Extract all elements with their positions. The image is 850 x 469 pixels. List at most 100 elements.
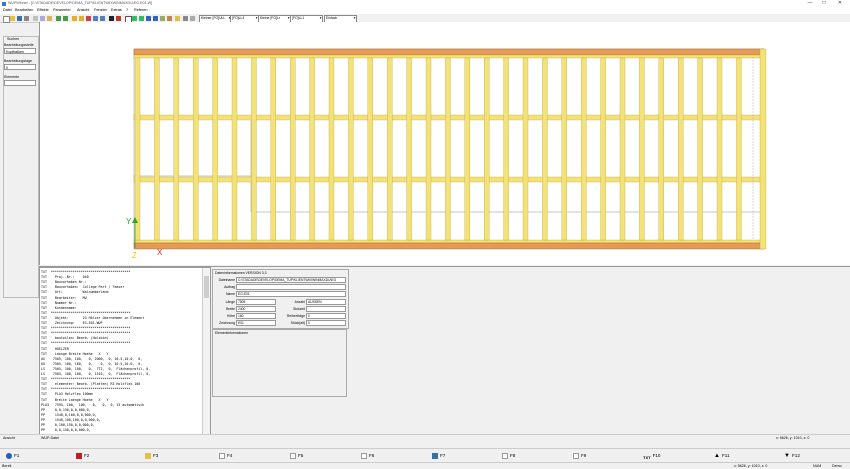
wup-listing[interactable]: TXT ************************************… xyxy=(39,267,211,435)
edit-icon[interactable] xyxy=(72,16,77,21)
fkey-f8[interactable]: F8 xyxy=(502,451,515,461)
stud[interactable] xyxy=(484,57,490,241)
layer-field[interactable]: 0 xyxy=(4,64,36,70)
field-zeichnung[interactable]: E01 xyxy=(236,320,276,326)
zoom-out-icon[interactable] xyxy=(139,16,144,21)
top-plate-inner[interactable] xyxy=(133,54,765,59)
stud[interactable] xyxy=(154,57,160,241)
undo-icon[interactable] xyxy=(56,16,61,21)
field-name[interactable]: EG-E01 xyxy=(236,291,346,297)
stud[interactable] xyxy=(134,57,141,241)
stud[interactable] xyxy=(270,57,276,241)
move-icon[interactable] xyxy=(79,16,84,21)
mark-icon[interactable] xyxy=(116,16,121,21)
layer-icon[interactable] xyxy=(190,16,195,21)
open-icon[interactable] xyxy=(10,16,15,21)
menu-help[interactable]: ? xyxy=(126,8,128,12)
paste-icon[interactable] xyxy=(47,16,52,21)
pan-icon[interactable] xyxy=(160,16,165,21)
menu-bearbeiten[interactable]: Bearbeiten xyxy=(15,8,33,12)
wall-icon[interactable] xyxy=(183,16,188,21)
stud[interactable] xyxy=(561,57,567,241)
stud[interactable] xyxy=(600,57,606,241)
copy-icon[interactable] xyxy=(40,16,45,21)
stud[interactable] xyxy=(678,57,684,241)
stud[interactable] xyxy=(348,57,354,241)
maximize-button[interactable]: □ xyxy=(818,0,830,7)
end-stud[interactable] xyxy=(759,48,767,250)
stud[interactable] xyxy=(658,57,664,241)
wall-drawing[interactable]: Y X Z xyxy=(40,22,850,265)
fkey-f4[interactable]: F4 xyxy=(219,451,232,461)
arrow2-icon[interactable] xyxy=(100,16,105,21)
stud[interactable] xyxy=(503,57,509,241)
menu-referen[interactable]: Referen xyxy=(134,8,148,12)
stud[interactable] xyxy=(445,57,451,241)
cut-icon[interactable] xyxy=(33,16,38,21)
menu-ansicht[interactable]: Ansicht xyxy=(77,8,89,12)
grid-icon[interactable] xyxy=(109,16,114,21)
scroll-thumb[interactable] xyxy=(204,276,209,298)
bottom-plate-inner[interactable] xyxy=(133,239,765,244)
fkey-f6[interactable]: F6 xyxy=(361,451,374,461)
delete-icon[interactable] xyxy=(86,16,91,21)
field-stckzeit[interactable] xyxy=(306,306,346,312)
stud[interactable] xyxy=(309,57,315,241)
stud[interactable] xyxy=(522,57,529,241)
top-plate[interactable] xyxy=(133,48,765,56)
stud[interactable] xyxy=(716,57,723,241)
save-icon[interactable] xyxy=(17,16,22,21)
arrow-icon[interactable] xyxy=(93,16,98,21)
drawing-view[interactable]: Y X Z xyxy=(39,22,850,265)
zoom-in-icon[interactable] xyxy=(132,16,137,21)
stud[interactable] xyxy=(581,57,587,241)
field-laenge[interactable]: 7505 xyxy=(236,299,276,305)
pencil-icon[interactable] xyxy=(175,16,180,21)
fkey-f2[interactable]: F2 xyxy=(76,451,89,461)
fkey-f7[interactable]: F7 xyxy=(432,451,445,461)
stud[interactable] xyxy=(406,57,412,241)
stud[interactable] xyxy=(619,57,626,241)
redo-icon[interactable] xyxy=(63,16,68,21)
fkey-f9[interactable]: F9 xyxy=(573,451,586,461)
stud[interactable] xyxy=(425,57,432,241)
fkey-f5[interactable]: F5 xyxy=(290,451,303,461)
stud[interactable] xyxy=(387,57,393,241)
bottom-plate[interactable] xyxy=(133,242,765,250)
print-icon[interactable] xyxy=(24,16,29,21)
new-icon[interactable] xyxy=(3,16,10,23)
fkey-f10[interactable]: TXT F10 xyxy=(643,451,660,461)
element-field[interactable] xyxy=(4,80,36,86)
fkey-f12[interactable]: ▼ F12 xyxy=(784,451,800,461)
field-reihenfolge[interactable]: 0 xyxy=(306,313,346,319)
stud[interactable] xyxy=(193,57,199,241)
menu-fenster[interactable]: Fenster xyxy=(94,8,107,12)
field-stueck-alt[interactable]: 0 xyxy=(306,320,346,326)
stud[interactable] xyxy=(328,57,335,241)
fkey-f11[interactable]: ▲ F11 xyxy=(714,451,730,461)
stud[interactable] xyxy=(542,57,548,241)
measure-icon[interactable] xyxy=(167,16,172,21)
field-auftrag[interactable] xyxy=(236,284,346,290)
menu-datei[interactable]: Datei xyxy=(3,8,12,12)
listing-scrollbar[interactable] xyxy=(202,268,210,434)
stud[interactable] xyxy=(231,57,238,241)
stud[interactable] xyxy=(639,57,645,241)
menu-parameter[interactable]: Parameter xyxy=(53,8,71,12)
minimize-button[interactable]: — xyxy=(804,0,816,7)
stud[interactable] xyxy=(173,57,179,241)
close-button[interactable]: ✕ xyxy=(834,0,846,7)
level-field[interactable]: Kopfbalken xyxy=(4,48,36,54)
stud[interactable] xyxy=(251,57,257,241)
zoom-window-icon[interactable] xyxy=(153,16,158,21)
zoom-all-icon[interactable] xyxy=(146,16,151,21)
field-hoehe[interactable]: 160 xyxy=(236,313,276,319)
menu-effekte[interactable]: Effekte xyxy=(37,8,49,12)
fkey-f1[interactable]: F1 xyxy=(6,451,19,461)
field-anzahl[interactable]: AUSSEN xyxy=(306,299,346,305)
menu-extras[interactable]: Extras xyxy=(111,8,122,12)
listing-line[interactable]: PP 0,0,150,0,0,000,0, xyxy=(41,428,91,433)
stud[interactable] xyxy=(367,57,373,241)
stud[interactable] xyxy=(697,57,703,241)
field-dateiname[interactable]: C:\STADADE\DEVELOP\DEMA_TUP\KLIENT\MIXWI… xyxy=(236,277,346,283)
